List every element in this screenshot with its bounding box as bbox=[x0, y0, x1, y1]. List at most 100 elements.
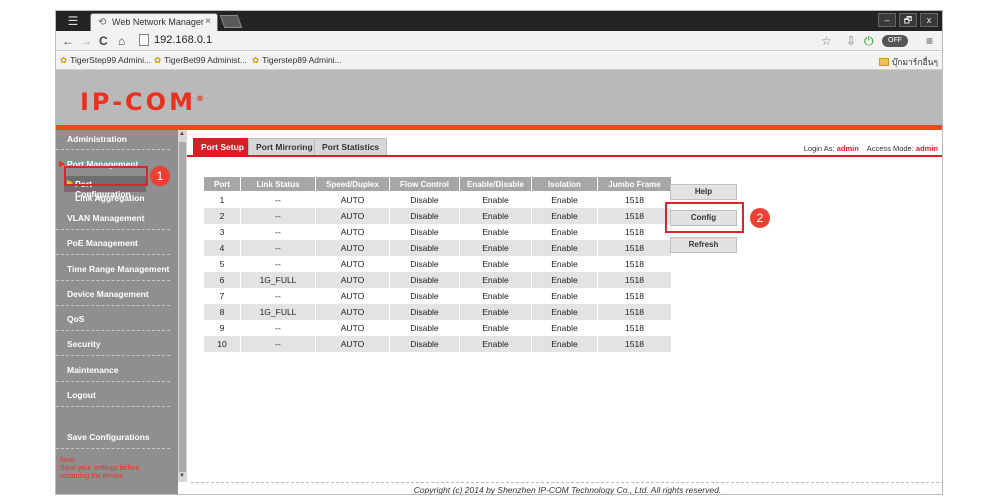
cell-jumbo-frame: 1518 bbox=[597, 239, 672, 256]
tab-title: Web Network Manager bbox=[112, 17, 204, 27]
table-row[interactable]: 4 -- AUTO Disable Enable Enable 1518 bbox=[203, 239, 672, 256]
cell-jumbo-frame: 1518 bbox=[597, 207, 672, 224]
sidebar-item-maintenance[interactable]: Maintenance bbox=[56, 358, 170, 382]
cell-port: 2 bbox=[203, 207, 241, 224]
table-row[interactable]: 8 1G_FULL AUTO Disable Enable Enable 1518 bbox=[203, 303, 672, 320]
cell-port: 10 bbox=[203, 335, 241, 352]
bookmark-label: Tigerstep89 Admini... bbox=[262, 55, 342, 65]
cell-flow-control: Disable bbox=[389, 223, 460, 240]
cell-link-status: -- bbox=[240, 191, 316, 208]
close-window-button[interactable]: x bbox=[920, 13, 938, 27]
screenshot-canvas: ☰ ⟲ Web Network Manager × – 🗗 x ← → C ⌂ … bbox=[0, 0, 1000, 500]
cell-isolation: Enable bbox=[531, 223, 598, 240]
cell-port: 4 bbox=[203, 239, 241, 256]
back-arrow-icon[interactable]: ← bbox=[62, 33, 74, 49]
tab-port-setup[interactable]: Port Setup bbox=[193, 138, 252, 155]
tab-port-mirroring[interactable]: Port Mirroring bbox=[248, 138, 321, 155]
sidebar-item-time-range[interactable]: Time Range Management bbox=[56, 257, 170, 281]
cell-jumbo-frame: 1518 bbox=[597, 223, 672, 240]
cell-port: 1 bbox=[203, 191, 241, 208]
table-row[interactable]: 3 -- AUTO Disable Enable Enable 1518 bbox=[203, 223, 672, 240]
address-toolbar: ← → C ⌂ 192.168.0.1 ☆ ⇩ ⏻ OFF ≡ bbox=[56, 31, 942, 51]
cell-speed-duplex: AUTO bbox=[315, 223, 390, 240]
sidebar-item-device[interactable]: Device Management bbox=[56, 282, 170, 306]
bookmark-star-icon[interactable]: ☆ bbox=[821, 33, 832, 49]
scroll-up-icon[interactable]: ▲ bbox=[179, 131, 185, 137]
scrollbar-thumb[interactable] bbox=[179, 142, 186, 472]
sidebar-item-logout[interactable]: Logout bbox=[56, 383, 170, 407]
sidebar-item-label: Security bbox=[67, 339, 101, 349]
sidebar-item-save-configurations[interactable]: Save Configurations bbox=[56, 425, 170, 449]
tab-strip: ☰ ⟲ Web Network Manager × – 🗗 x bbox=[56, 11, 942, 31]
column-header: Jumbo Frame bbox=[597, 176, 672, 192]
power-icon[interactable]: ⏻ bbox=[864, 33, 874, 49]
access-mode-value: admin bbox=[915, 144, 938, 153]
table-row[interactable]: 6 1G_FULL AUTO Disable Enable Enable 1518 bbox=[203, 271, 672, 288]
sidebar-item-label: Time Range Management bbox=[67, 264, 170, 274]
table-row[interactable]: 1 -- AUTO Disable Enable Enable 1518 bbox=[203, 191, 672, 208]
column-header: Port bbox=[203, 176, 241, 192]
table-row[interactable]: 5 -- AUTO Disable Enable Enable 1518 bbox=[203, 255, 672, 272]
sidebar-item-administration[interactable]: Administration bbox=[56, 130, 170, 150]
column-header: Flow Control bbox=[389, 176, 460, 192]
trademark-mark: ® bbox=[195, 94, 204, 103]
browser-tab[interactable]: ⟲ Web Network Manager × bbox=[90, 13, 218, 31]
reload-icon[interactable]: C bbox=[99, 33, 108, 49]
highlight-box-config bbox=[665, 202, 744, 233]
cell-flow-control: Disable bbox=[389, 191, 460, 208]
sidebar-item-vlan[interactable]: VLAN Management bbox=[56, 206, 170, 230]
table-row[interactable]: 7 -- AUTO Disable Enable Enable 1518 bbox=[203, 287, 672, 304]
cell-jumbo-frame: 1518 bbox=[597, 319, 672, 336]
note-text: restarting the device. bbox=[60, 473, 125, 480]
cell-speed-duplex: AUTO bbox=[315, 239, 390, 256]
cell-flow-control: Disable bbox=[389, 239, 460, 256]
extension-icon[interactable]: ⇩ bbox=[846, 33, 856, 49]
bookmark-item[interactable]: ✿ TigerBet99 Administ... bbox=[154, 55, 247, 66]
sidebar-item-qos[interactable]: QoS bbox=[56, 307, 170, 331]
new-tab-button[interactable] bbox=[219, 15, 243, 28]
help-button[interactable]: Help bbox=[670, 184, 737, 200]
tab-close-icon[interactable]: × bbox=[205, 16, 211, 27]
sidebar-subitem-link-aggregation[interactable]: Link Aggregation bbox=[75, 193, 145, 203]
app-menu-icon[interactable]: ☰ bbox=[60, 13, 86, 29]
table-row[interactable]: 10 -- AUTO Disable Enable Enable 1518 bbox=[203, 335, 672, 352]
cell-flow-control: Disable bbox=[389, 271, 460, 288]
page-info-icon[interactable] bbox=[139, 34, 149, 46]
cell-port: 5 bbox=[203, 255, 241, 272]
access-mode-label: Access Mode: bbox=[866, 144, 914, 153]
sidebar-note: Note: Save your settings before restarti… bbox=[60, 457, 139, 481]
tab-underline bbox=[187, 155, 942, 157]
cell-link-status: 1G_FULL bbox=[240, 271, 316, 288]
cell-speed-duplex: AUTO bbox=[315, 191, 390, 208]
cell-isolation: Enable bbox=[531, 207, 598, 224]
cell-enable: Enable bbox=[459, 223, 532, 240]
cell-flow-control: Disable bbox=[389, 335, 460, 352]
cell-isolation: Enable bbox=[531, 319, 598, 336]
sidebar-item-security[interactable]: Security bbox=[56, 332, 170, 356]
sidebar-item-label: PoE Management bbox=[67, 238, 138, 248]
login-user: admin bbox=[836, 144, 859, 153]
home-icon[interactable]: ⌂ bbox=[118, 33, 125, 49]
bookmark-logo-icon: ✿ bbox=[154, 55, 162, 65]
footer-divider bbox=[191, 482, 942, 483]
sidebar-item-poe[interactable]: PoE Management bbox=[56, 231, 170, 255]
off-toggle[interactable]: OFF bbox=[882, 35, 908, 47]
table-row[interactable]: 9 -- AUTO Disable Enable Enable 1518 bbox=[203, 319, 672, 336]
cell-enable: Enable bbox=[459, 239, 532, 256]
tab-port-statistics[interactable]: Port Statistics bbox=[314, 138, 388, 155]
sidebar-scrollbar[interactable]: ▲ ▼ bbox=[178, 130, 187, 482]
bookmark-item[interactable]: ✿ TigerStep99 Admini... bbox=[60, 55, 151, 66]
copyright-footer: Copyright (c) 2014 by Shenzhen IP-COM Te… bbox=[413, 485, 722, 495]
bookmark-item[interactable]: ✿ Tigerstep89 Admini... bbox=[252, 55, 342, 66]
cell-port: 9 bbox=[203, 319, 241, 336]
table-row[interactable]: 2 -- AUTO Disable Enable Enable 1518 bbox=[203, 207, 672, 224]
scroll-down-icon[interactable]: ▼ bbox=[179, 473, 185, 479]
menu-icon[interactable]: ≡ bbox=[926, 33, 933, 49]
cell-link-status: -- bbox=[240, 255, 316, 272]
minimize-button[interactable]: – bbox=[878, 13, 896, 27]
forward-arrow-icon[interactable]: → bbox=[80, 33, 92, 49]
url-field[interactable]: 192.168.0.1 bbox=[154, 34, 212, 46]
refresh-button[interactable]: Refresh bbox=[670, 237, 737, 253]
maximize-button[interactable]: 🗗 bbox=[899, 13, 917, 27]
other-bookmarks-folder[interactable]: บุ๊กมาร์กอื่นๆ bbox=[878, 55, 938, 69]
